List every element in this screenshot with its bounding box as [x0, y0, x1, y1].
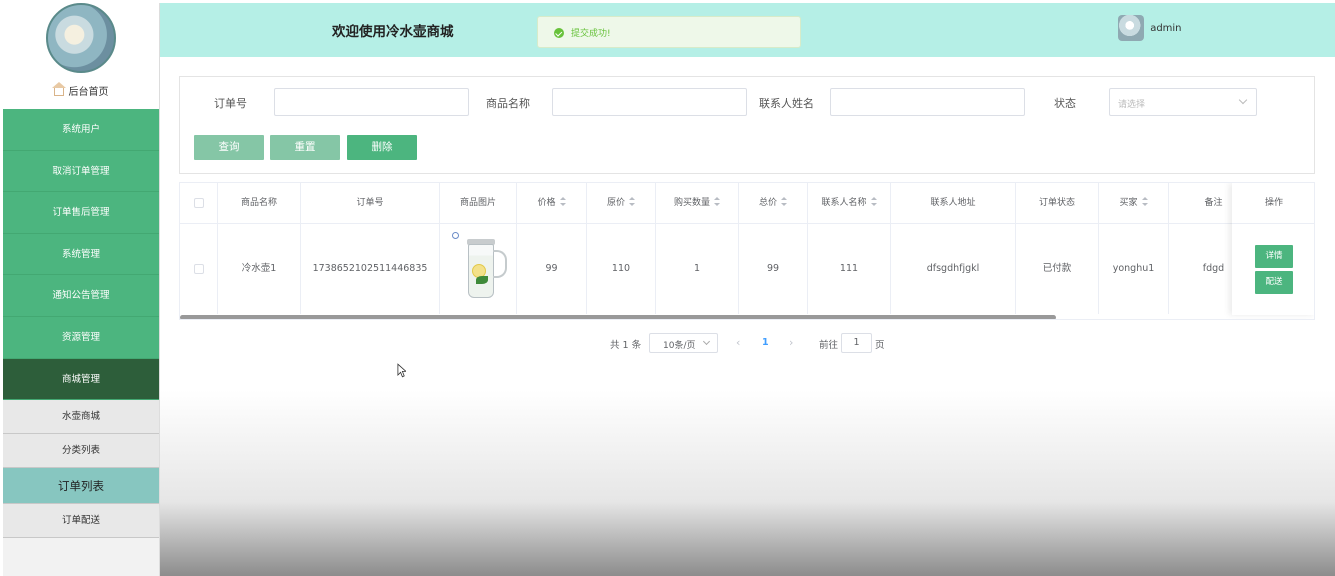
col-product-name: 商品名称 — [218, 183, 301, 224]
user-menu[interactable]: admin — [1118, 15, 1182, 41]
cell-buyer: yonghu1 — [1099, 224, 1169, 314]
col-original-price[interactable]: 原价 — [587, 183, 656, 224]
page-size-value: 10条/页 — [663, 341, 696, 351]
status-label: 状态 — [1054, 97, 1076, 110]
col-contact-name-label: 联系人名称 — [821, 198, 867, 208]
sort-icon[interactable] — [870, 197, 877, 206]
username: admin — [1150, 22, 1182, 34]
product-name-input[interactable] — [552, 88, 747, 116]
sidebar-item-cancel-orders[interactable]: 取消订单管理 — [3, 150, 159, 193]
select-all-cell — [180, 183, 218, 224]
col-actions: 操作 — [1232, 183, 1314, 224]
page-unit-label: 页 — [875, 340, 885, 351]
col-product-image: 商品图片 — [440, 183, 517, 224]
sort-icon[interactable] — [559, 197, 566, 206]
page-size-select[interactable]: 10条/页 — [649, 333, 718, 353]
contact-name-label: 联系人姓名 — [759, 97, 814, 110]
top-header: 欢迎使用冷水壶商城 提交成功! admin — [160, 3, 1335, 57]
sidebar-home-link[interactable]: 后台首页 — [3, 82, 159, 98]
select-all-checkbox[interactable] — [193, 197, 204, 208]
chevron-down-icon — [702, 337, 711, 346]
contact-name-input[interactable] — [830, 88, 1025, 116]
sort-icon[interactable] — [629, 197, 635, 206]
deliver-button[interactable]: 配送 — [1255, 271, 1293, 294]
pagination: 共 1 条 10条/页 ‹ 1 › 前往 1 页 — [0, 333, 1335, 353]
sidebar-item-notices[interactable]: 通知公告管理 — [3, 275, 159, 317]
col-order-no: 订单号 — [301, 183, 440, 224]
col-quantity-label: 购买数量 — [673, 198, 710, 208]
col-buyer[interactable]: 买家 — [1099, 183, 1169, 224]
col-contact-address: 联系人地址 — [891, 183, 1016, 224]
cell-contact-name: 111 — [808, 224, 891, 314]
goto-page-input[interactable]: 1 — [841, 333, 872, 353]
cell-original-price: 110 — [587, 224, 656, 314]
col-quantity[interactable]: 购买数量 — [656, 183, 739, 224]
query-button[interactable]: 查询 — [194, 135, 264, 160]
page-number[interactable]: 1 — [762, 337, 769, 348]
mouse-cursor-icon — [397, 363, 406, 378]
cell-order-status: 已付款 — [1016, 224, 1099, 314]
check-circle-icon — [554, 28, 564, 38]
sidebar-item-system-management[interactable]: 系统管理 — [3, 233, 159, 276]
search-form: 订单号 商品名称 联系人姓名 状态 请选择 查询 重置 删除 — [179, 76, 1315, 174]
sidebar-subitem-order-list[interactable]: 订单列表 — [3, 468, 159, 505]
col-original-price-label: 原价 — [606, 198, 625, 208]
table-row: 冷水壶1 1738652102511446835 99 110 1 99 111… — [180, 224, 1314, 314]
home-label: 后台首页 — [68, 87, 109, 98]
col-price[interactable]: 价格 — [517, 183, 587, 224]
admin-avatar — [46, 3, 116, 73]
sidebar-item-after-sales[interactable]: 订单售后管理 — [3, 192, 159, 234]
product-name-label: 商品名称 — [486, 97, 530, 110]
row-select-cell — [180, 224, 218, 314]
row-checkbox[interactable] — [193, 263, 204, 274]
cell-product-image — [440, 224, 517, 314]
cell-total: 99 — [739, 224, 808, 314]
sort-icon[interactable] — [714, 197, 720, 206]
home-icon — [51, 82, 66, 96]
cell-quantity: 1 — [656, 224, 739, 314]
col-total[interactable]: 总价 — [739, 183, 808, 224]
chevron-down-icon — [1238, 95, 1248, 105]
next-page-icon[interactable]: › — [789, 336, 793, 349]
actions-column: 操作 详情 配送 — [1232, 183, 1314, 315]
delete-button[interactable]: 删除 — [347, 135, 417, 160]
col-total-label: 总价 — [758, 198, 777, 208]
sidebar: 后台首页 系统用户 取消订单管理 订单售后管理 系统管理 通知公告管理 资源管理… — [3, 3, 160, 576]
toast-message: 提交成功! — [571, 29, 611, 39]
table-header: 商品名称 订单号 商品图片 价格 原价 购买数量 总价 联系人名称 联系人地址 … — [180, 183, 1314, 224]
page-title: 欢迎使用冷水壶商城 — [332, 24, 454, 40]
col-order-status: 订单状态 — [1016, 183, 1099, 224]
sidebar-subitem-order-delivery[interactable]: 订单配送 — [3, 504, 159, 539]
col-price-label: 价格 — [537, 198, 556, 208]
sidebar-item-system-users[interactable]: 系统用户 — [3, 109, 159, 151]
user-avatar — [1118, 15, 1144, 41]
sidebar-subitem-kettle-mall[interactable]: 水壶商城 — [3, 400, 159, 435]
status-placeholder: 请选择 — [1118, 100, 1146, 110]
status-select[interactable]: 请选择 — [1109, 88, 1257, 116]
sidebar-profile: 后台首页 — [3, 3, 159, 109]
prev-page-icon[interactable]: ‹ — [736, 336, 740, 349]
cell-contact-address: dfsgdhfjgkl — [891, 224, 1016, 314]
col-contact-name[interactable]: 联系人名称 — [808, 183, 891, 224]
pagination-total: 共 1 条 — [610, 340, 642, 351]
cell-price: 99 — [517, 224, 587, 314]
bottom-shadow — [160, 390, 1335, 576]
sort-icon[interactable] — [1141, 197, 1148, 206]
orders-table: 商品名称 订单号 商品图片 价格 原价 购买数量 总价 联系人名称 联系人地址 … — [179, 182, 1315, 320]
col-buyer-label: 买家 — [1119, 198, 1138, 208]
success-toast: 提交成功! — [537, 16, 801, 48]
order-no-input[interactable] — [274, 88, 469, 116]
reset-button[interactable]: 重置 — [270, 135, 340, 160]
sidebar-item-mall-management[interactable]: 商城管理 — [3, 358, 159, 401]
order-no-label: 订单号 — [214, 97, 247, 110]
sort-icon[interactable] — [781, 197, 787, 206]
water-jug-image[interactable] — [464, 236, 510, 300]
image-badge-icon — [452, 232, 459, 239]
horizontal-scrollbar[interactable] — [180, 315, 1056, 319]
goto-label: 前往 — [819, 340, 839, 351]
cell-order-no: 1738652102511446835 — [301, 224, 440, 314]
sidebar-subitem-category-list[interactable]: 分类列表 — [3, 434, 159, 469]
cell-product-name: 冷水壶1 — [218, 224, 301, 314]
detail-button[interactable]: 详情 — [1255, 245, 1293, 268]
